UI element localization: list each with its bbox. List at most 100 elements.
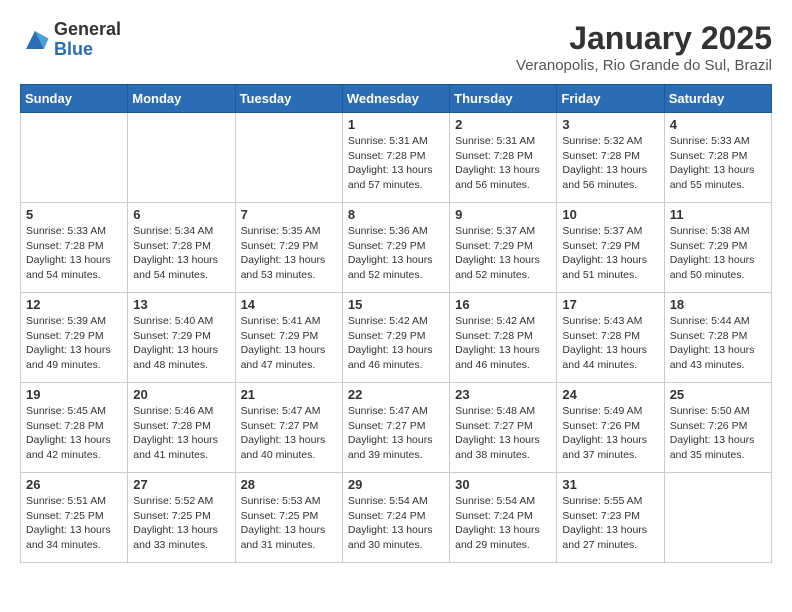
calendar-cell: 8Sunrise: 5:36 AM Sunset: 7:29 PM Daylig… — [342, 203, 449, 293]
week-row-3: 12 Sunrise: 5:39 AM Sunset: 7:29 PM Dayli… — [21, 293, 772, 383]
day-info: Sunrise: 5:45 AM Sunset: 7:28 PM Dayligh… — [26, 404, 122, 463]
day-info: Sunrise: 5:55 AM Sunset: 7:23 PM Dayligh… — [562, 494, 658, 553]
title-block: January 2025 Veranopolis, Rio Grande do … — [516, 20, 772, 74]
week-row-4: 19Sunrise: 5:45 AM Sunset: 7:28 PM Dayli… — [21, 383, 772, 473]
day-info: Sunrise: 5:52 AM Sunset: 7:25 PM Dayligh… — [133, 494, 229, 553]
calendar-cell: 25Sunrise: 5:50 AM Sunset: 7:26 PM Dayli… — [664, 383, 771, 473]
calendar-cell: 27 Sunrise: 5:52 AM Sunset: 7:25 PM Dayli… — [128, 473, 235, 563]
day-number: 27 — [133, 477, 229, 492]
calendar-table: SundayMondayTuesdayWednesdayThursdayFrid… — [20, 84, 772, 563]
day-number: 21 — [241, 387, 337, 402]
day-info: Sunrise: 5:47 AM Sunset: 7:27 PM Dayligh… — [241, 404, 337, 463]
day-number: 13 — [133, 297, 229, 312]
day-number: 5 — [26, 207, 122, 222]
day-number: 4 — [670, 117, 766, 132]
day-info: Sunrise: 5:35 AM Sunset: 7:29 PM Dayligh… — [241, 224, 337, 283]
day-number: 29 — [348, 477, 444, 492]
day-number: 23 — [455, 387, 551, 402]
day-number: 30 — [455, 477, 551, 492]
day-info: Sunrise: 5:42 AM Sunset: 7:29 PM Dayligh… — [348, 314, 444, 373]
calendar-cell: 14 Sunrise: 5:41 AM Sunset: 7:29 PM Dayli… — [235, 293, 342, 383]
day-number: 25 — [670, 387, 766, 402]
calendar-cell: 29 Sunrise: 5:54 AM Sunset: 7:24 PM Dayli… — [342, 473, 449, 563]
logo-general: General — [54, 20, 121, 40]
week-row-1: 1 Sunrise: 5:31 AM Sunset: 7:28 PM Daylig… — [21, 113, 772, 203]
calendar-subtitle: Veranopolis, Rio Grande do Sul, Brazil — [516, 57, 772, 74]
calendar-cell: 11Sunrise: 5:38 AM Sunset: 7:29 PM Dayli… — [664, 203, 771, 293]
weekday-header-wednesday: Wednesday — [342, 85, 449, 113]
calendar-cell: 15Sunrise: 5:42 AM Sunset: 7:29 PM Dayli… — [342, 293, 449, 383]
day-info: Sunrise: 5:42 AM Sunset: 7:28 PM Dayligh… — [455, 314, 551, 373]
day-info: Sunrise: 5:40 AM Sunset: 7:29 PM Dayligh… — [133, 314, 229, 373]
logo: General Blue — [20, 20, 121, 60]
day-number: 6 — [133, 207, 229, 222]
day-number: 1 — [348, 117, 444, 132]
day-info: Sunrise: 5:31 AM Sunset: 7:28 PM Dayligh… — [348, 134, 444, 193]
day-info: Sunrise: 5:41 AM Sunset: 7:29 PM Dayligh… — [241, 314, 337, 373]
calendar-cell — [664, 473, 771, 563]
calendar-cell: 31Sunrise: 5:55 AM Sunset: 7:23 PM Dayli… — [557, 473, 664, 563]
day-number: 11 — [670, 207, 766, 222]
day-number: 12 — [26, 297, 122, 312]
calendar-cell: 20 Sunrise: 5:46 AM Sunset: 7:28 PM Dayli… — [128, 383, 235, 473]
logo-icon — [20, 25, 50, 55]
calendar-cell: 1 Sunrise: 5:31 AM Sunset: 7:28 PM Daylig… — [342, 113, 449, 203]
week-row-5: 26 Sunrise: 5:51 AM Sunset: 7:25 PM Dayli… — [21, 473, 772, 563]
day-info: Sunrise: 5:54 AM Sunset: 7:24 PM Dayligh… — [348, 494, 444, 553]
calendar-cell: 4Sunrise: 5:33 AM Sunset: 7:28 PM Daylig… — [664, 113, 771, 203]
calendar-cell: 12 Sunrise: 5:39 AM Sunset: 7:29 PM Dayli… — [21, 293, 128, 383]
day-number: 10 — [562, 207, 658, 222]
day-number: 9 — [455, 207, 551, 222]
day-info: Sunrise: 5:31 AM Sunset: 7:28 PM Dayligh… — [455, 134, 551, 193]
day-number: 16 — [455, 297, 551, 312]
day-number: 24 — [562, 387, 658, 402]
day-info: Sunrise: 5:46 AM Sunset: 7:28 PM Dayligh… — [133, 404, 229, 463]
day-info: Sunrise: 5:51 AM Sunset: 7:25 PM Dayligh… — [26, 494, 122, 553]
day-info: Sunrise: 5:54 AM Sunset: 7:24 PM Dayligh… — [455, 494, 551, 553]
page-header: General Blue January 2025 Veranopolis, R… — [20, 20, 772, 74]
calendar-cell: 7 Sunrise: 5:35 AM Sunset: 7:29 PM Daylig… — [235, 203, 342, 293]
calendar-cell: 16 Sunrise: 5:42 AM Sunset: 7:28 PM Dayli… — [450, 293, 557, 383]
calendar-header: SundayMondayTuesdayWednesdayThursdayFrid… — [21, 85, 772, 113]
calendar-cell — [128, 113, 235, 203]
calendar-cell: 26 Sunrise: 5:51 AM Sunset: 7:25 PM Dayli… — [21, 473, 128, 563]
day-number: 7 — [241, 207, 337, 222]
day-info: Sunrise: 5:44 AM Sunset: 7:28 PM Dayligh… — [670, 314, 766, 373]
week-row-2: 5Sunrise: 5:33 AM Sunset: 7:28 PM Daylig… — [21, 203, 772, 293]
logo-text: General Blue — [54, 20, 121, 60]
day-info: Sunrise: 5:43 AM Sunset: 7:28 PM Dayligh… — [562, 314, 658, 373]
day-info: Sunrise: 5:47 AM Sunset: 7:27 PM Dayligh… — [348, 404, 444, 463]
calendar-cell: 17 Sunrise: 5:43 AM Sunset: 7:28 PM Dayli… — [557, 293, 664, 383]
day-number: 17 — [562, 297, 658, 312]
weekday-header-saturday: Saturday — [664, 85, 771, 113]
calendar-cell — [235, 113, 342, 203]
day-number: 28 — [241, 477, 337, 492]
calendar-cell: 28Sunrise: 5:53 AM Sunset: 7:25 PM Dayli… — [235, 473, 342, 563]
day-info: Sunrise: 5:36 AM Sunset: 7:29 PM Dayligh… — [348, 224, 444, 283]
day-info: Sunrise: 5:39 AM Sunset: 7:29 PM Dayligh… — [26, 314, 122, 373]
day-number: 18 — [670, 297, 766, 312]
logo-blue: Blue — [54, 40, 121, 60]
weekday-header-sunday: Sunday — [21, 85, 128, 113]
day-number: 26 — [26, 477, 122, 492]
weekday-row: SundayMondayTuesdayWednesdayThursdayFrid… — [21, 85, 772, 113]
calendar-cell: 18 Sunrise: 5:44 AM Sunset: 7:28 PM Dayli… — [664, 293, 771, 383]
day-number: 14 — [241, 297, 337, 312]
calendar-cell: 21 Sunrise: 5:47 AM Sunset: 7:27 PM Dayli… — [235, 383, 342, 473]
day-info: Sunrise: 5:37 AM Sunset: 7:29 PM Dayligh… — [562, 224, 658, 283]
day-info: Sunrise: 5:48 AM Sunset: 7:27 PM Dayligh… — [455, 404, 551, 463]
calendar-title: January 2025 — [516, 20, 772, 57]
calendar-cell: 10 Sunrise: 5:37 AM Sunset: 7:29 PM Dayli… — [557, 203, 664, 293]
calendar-cell: 9 Sunrise: 5:37 AM Sunset: 7:29 PM Daylig… — [450, 203, 557, 293]
weekday-header-monday: Monday — [128, 85, 235, 113]
calendar-cell: 22Sunrise: 5:47 AM Sunset: 7:27 PM Dayli… — [342, 383, 449, 473]
calendar-cell: 3Sunrise: 5:32 AM Sunset: 7:28 PM Daylig… — [557, 113, 664, 203]
calendar-cell: 2Sunrise: 5:31 AM Sunset: 7:28 PM Daylig… — [450, 113, 557, 203]
calendar-cell — [21, 113, 128, 203]
day-info: Sunrise: 5:37 AM Sunset: 7:29 PM Dayligh… — [455, 224, 551, 283]
day-number: 20 — [133, 387, 229, 402]
day-number: 3 — [562, 117, 658, 132]
calendar-body: 1 Sunrise: 5:31 AM Sunset: 7:28 PM Daylig… — [21, 113, 772, 563]
day-info: Sunrise: 5:49 AM Sunset: 7:26 PM Dayligh… — [562, 404, 658, 463]
calendar-cell: 5Sunrise: 5:33 AM Sunset: 7:28 PM Daylig… — [21, 203, 128, 293]
